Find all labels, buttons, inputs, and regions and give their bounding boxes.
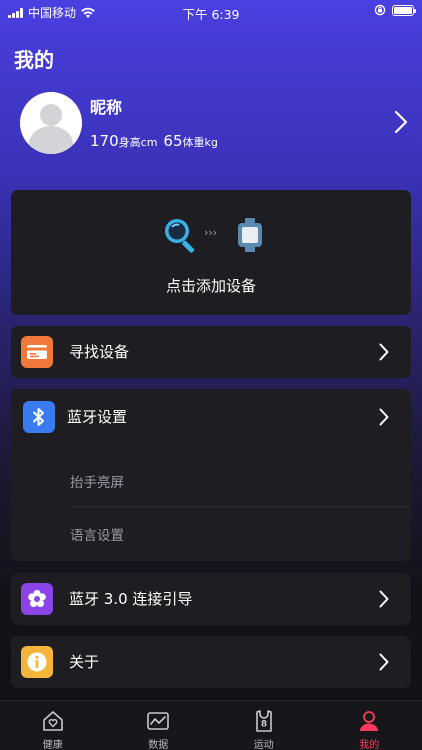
chevron-right-icon	[379, 408, 389, 426]
tab-sport-label: 运动	[253, 740, 274, 750]
divider	[70, 506, 411, 507]
battery-icon	[392, 4, 416, 16]
height-value: 170	[90, 132, 119, 150]
status-bar: 中国移动 下午 6:39	[0, 0, 422, 24]
orientation-lock-icon	[374, 4, 386, 16]
tab-health-label: 健康	[42, 740, 63, 750]
bluetooth-settings-label: 蓝牙设置	[67, 408, 128, 426]
tab-health[interactable]: 健康	[0, 701, 106, 750]
find-device-icon	[21, 336, 53, 368]
bluetooth-guide-label: 蓝牙 3.0 连接引导	[69, 590, 193, 608]
chevron-right-icon	[379, 343, 389, 361]
tab-mine[interactable]: 我的	[317, 701, 422, 750]
tab-data-label: 数据	[148, 740, 169, 750]
chevron-right-icon	[379, 653, 389, 671]
find-device-row[interactable]: 寻找设备	[11, 326, 411, 378]
bluetooth-settings-row[interactable]: 蓝牙设置	[11, 389, 411, 441]
default-avatar-icon	[20, 92, 82, 154]
raise-to-wake-item[interactable]: 抬手亮屏	[70, 471, 124, 491]
body-stats: 170 身高cm 65 体重kg	[90, 132, 224, 150]
bluetooth-settings-group: 蓝牙设置 抬手亮屏 语言设置	[11, 389, 411, 561]
status-time: 下午 6:39	[182, 7, 240, 22]
chevron-right-icon	[379, 590, 389, 608]
person-icon	[360, 711, 379, 731]
profile-header[interactable]: 昵称 170 身高cm 65 体重kg	[20, 92, 412, 154]
info-icon	[21, 646, 53, 678]
chart-icon	[147, 712, 170, 730]
height-unit: 身高cm	[118, 136, 158, 149]
status-right	[374, 4, 416, 16]
jersey-icon: 8	[255, 710, 272, 732]
tab-bar: 健康 数据 8 运动 我的	[0, 700, 422, 750]
find-device-label: 寻找设备	[69, 343, 130, 361]
bluetooth-icon	[23, 401, 55, 433]
about-row[interactable]: 关于	[11, 636, 411, 688]
weight-unit: 体重kg	[182, 136, 218, 149]
avatar[interactable]	[20, 92, 82, 154]
add-device-card[interactable]: ››› 点击添加设备	[11, 190, 411, 315]
page-title: 我的	[14, 48, 54, 72]
nickname: 昵称	[90, 98, 123, 117]
tab-data[interactable]: 数据	[106, 701, 212, 750]
add-device-label: 点击添加设备	[165, 277, 256, 295]
about-label: 关于	[69, 653, 100, 671]
svg-text:›››: ›››	[204, 226, 217, 239]
tab-mine-label: 我的	[359, 740, 380, 750]
weight-value: 65	[163, 132, 183, 150]
tab-sport[interactable]: 8 运动	[211, 701, 317, 750]
profile-chevron-right-icon[interactable]	[394, 110, 408, 134]
bluetooth-guide-row[interactable]: 蓝牙 3.0 连接引导	[11, 573, 411, 625]
svg-text:8: 8	[261, 720, 267, 730]
search-device-illustration-icon: ›››	[165, 218, 262, 253]
language-settings-item[interactable]: 语言设置	[70, 524, 124, 544]
flower-settings-icon	[21, 583, 53, 615]
heart-home-icon	[42, 711, 63, 731]
